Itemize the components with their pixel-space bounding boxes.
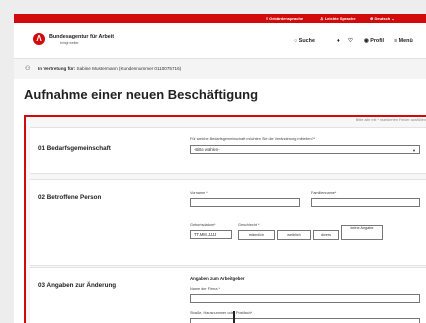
household-select[interactable]: -Bitte wählen- ▼ (190, 145, 420, 154)
birthdate-input[interactable]: TT.MM.JJJJ (190, 230, 232, 239)
gender-option-female[interactable]: weiblich (277, 230, 311, 240)
chevron-down-icon: ▼ (412, 148, 416, 153)
proxy-name: Sabine Mustermann (Kundennummer 01100757… (76, 66, 182, 71)
gender-option-male[interactable]: männlich (238, 230, 275, 240)
site-header: Λ Bundesagentur für Arbeit bringt weiter… (14, 23, 426, 59)
household-label: Für welche Bedarfsgemeinschaft möchten S… (190, 137, 316, 141)
users-icon: ⚇ (25, 66, 31, 72)
first-name-input[interactable] (190, 198, 300, 207)
callout-pointer (233, 311, 235, 323)
gender-option-diverse[interactable]: divers (313, 230, 339, 240)
street-label: Straße, Hausnummer oder Postfach* (190, 311, 253, 315)
menu-button[interactable]: ≡ Menü (394, 38, 413, 44)
proxy-bar: ⚇ In Vertretung für: Sabine Mustermann (… (14, 59, 426, 79)
easy-language-link[interactable]: ♙ Leichte Sprache (320, 16, 356, 21)
ba-logo-icon[interactable]: Λ (33, 33, 45, 45)
language-select[interactable]: ⊕ Deutsch ⌄ (370, 16, 395, 21)
company-input[interactable] (190, 294, 420, 303)
birthdate-label: Geburtsdatum* (190, 223, 216, 227)
search-button[interactable]: ○ Suche (294, 38, 315, 44)
accessibility-bar: ◊ Gebärdensprache ♙ Leichte Sprache ⊕ De… (14, 14, 426, 23)
last-name-label: Familienname* (311, 191, 337, 195)
brand-name: Bundesagentur für Arbeit (49, 34, 115, 40)
first-name-label: Vorname * (190, 191, 208, 195)
favorites-button[interactable]: ♡ (348, 38, 353, 44)
profile-button[interactable]: ◉ Profil (364, 38, 384, 44)
proxy-prefix: In Vertretung für: (38, 66, 76, 71)
bell-icon: ♦ (337, 38, 340, 44)
section-title: 03 Angaben zur Änderung (38, 282, 117, 289)
employer-heading: Angaben zum Arbeitgeber (190, 276, 245, 281)
heart-icon: ♡ (348, 38, 353, 44)
gender-label: Geschlecht * (238, 223, 260, 227)
brand-tagline: bringt weiter. (60, 41, 80, 45)
gender-option-none[interactable]: keine Angabe (341, 225, 383, 240)
form-panel: Bitte alle mit * markierten Felder ausfü… (24, 115, 426, 323)
user-icon: ◉ (364, 38, 369, 44)
required-hint: Bitte alle mit * markierten Felder ausfü… (355, 118, 426, 122)
search-icon: ○ (294, 38, 298, 44)
company-label: Name der Firma * (190, 287, 220, 291)
section-person: 02 Betroffene Person Vorname * Familienn… (30, 179, 426, 266)
last-name-input[interactable] (311, 198, 420, 207)
sign-language-link[interactable]: ◊ Gebärdensprache (266, 16, 303, 21)
section-change: 03 Angaben zur Änderung Angaben zum Arbe… (30, 267, 426, 323)
hamburger-icon: ≡ (394, 38, 398, 44)
section-title: 02 Betroffene Person (38, 194, 102, 201)
section-title: 01 Bedarfsgemeinschaft (38, 145, 111, 152)
browser-frame: ◊ Gebärdensprache ♙ Leichte Sprache ⊕ De… (14, 14, 426, 323)
page-title: Aufnahme einer neuen Beschäftigung (24, 87, 259, 102)
section-household: 01 Bedarfsgemeinschaft Für welche Bedarf… (30, 127, 426, 174)
notifications-button[interactable]: ♦ (337, 38, 340, 44)
street-input[interactable] (190, 318, 420, 323)
